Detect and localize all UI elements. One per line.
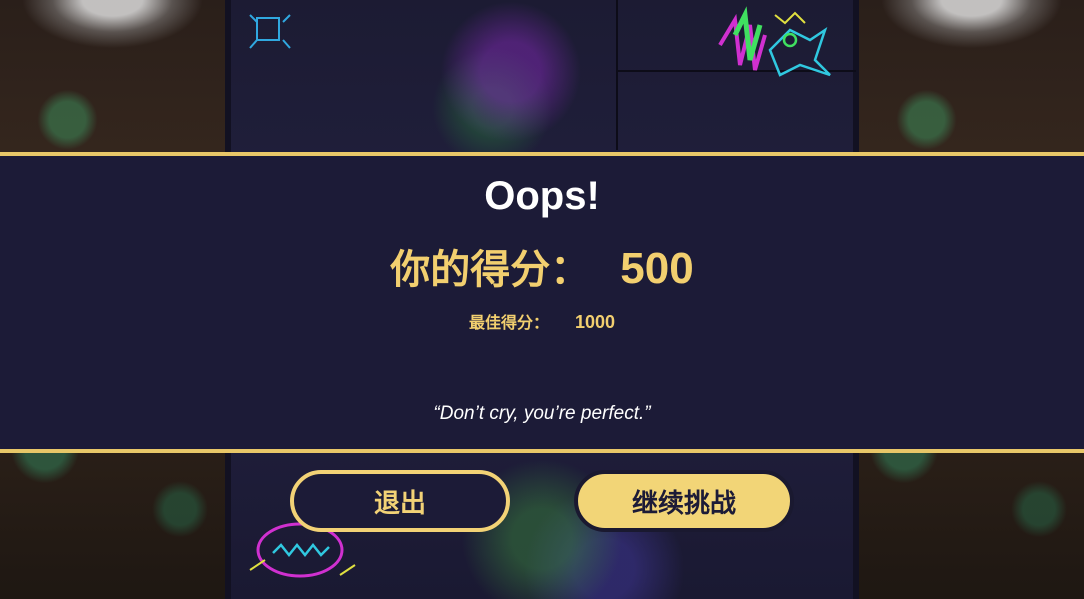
score-label: 你的得分：	[390, 247, 591, 293]
score-row: 你的得分： 500	[0, 244, 1084, 295]
game-stage: Oops! 你的得分： 500 最佳得分： 1000 “Don’t cry, you…	[0, 0, 1084, 599]
quit-button[interactable]: 退出	[290, 470, 510, 532]
wall-seam	[616, 0, 618, 150]
neon-doodle-monster-icon	[718, 6, 831, 77]
score-value: 500	[620, 244, 694, 293]
result-title: Oops!	[484, 174, 600, 218]
continue-challenge-button[interactable]: 继续挑战	[574, 470, 794, 532]
best-score-value: 1000	[574, 312, 616, 332]
best-score-row: 最佳得分： 1000	[0, 311, 1084, 334]
encouragement-quote: “Don’t cry, you’re perfect.”	[433, 403, 651, 424]
best-score-label: 最佳得分：	[468, 313, 549, 332]
result-banner: Oops! 你的得分： 500 最佳得分： 1000 “Don’t cry, you…	[0, 152, 1084, 453]
neon-doodle-face-icon	[249, 14, 291, 49]
